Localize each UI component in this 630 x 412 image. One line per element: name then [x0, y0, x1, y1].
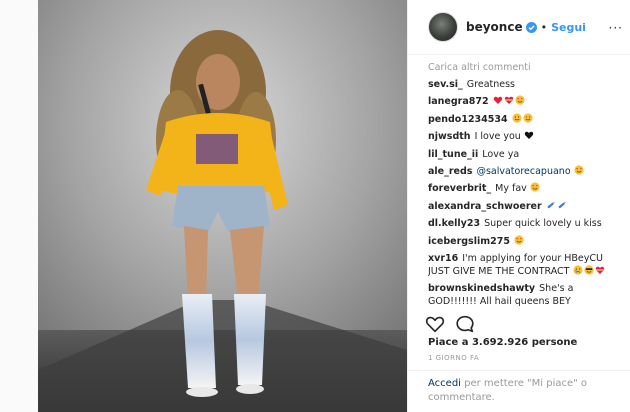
comment-author-link[interactable]: alexandra_schwoerer — [428, 201, 542, 212]
smiling-face-with-heart-eyes-emoji-icon — [574, 165, 584, 175]
comment-item: brownskinedshawty She's a GOD!!!!!!! All … — [428, 282, 624, 306]
comment-author-link[interactable]: icebergslim275 — [428, 236, 510, 247]
comment-author-link[interactable]: njwsdth — [428, 131, 471, 142]
comment-author-link[interactable]: xvr16 — [428, 253, 458, 264]
username-link[interactable]: beyonce — [466, 20, 523, 34]
likes-prefix: Piace a — [428, 337, 469, 348]
likes-number: 3.692.926 — [471, 337, 529, 348]
comment-author-link[interactable]: sev.si_ — [428, 79, 463, 90]
comment-item: pendo1234534 — [428, 113, 624, 126]
load-more-comments-link[interactable]: Carica altri commenti — [428, 61, 624, 74]
comment-item: foreverbrit_ My fav — [428, 182, 624, 195]
comment-text: Super quick lovely u kiss — [484, 218, 602, 230]
comment-item: alexandra_schwoerer — [428, 200, 624, 213]
speech-bubble-icon[interactable] — [454, 313, 476, 335]
comments-list: Carica altri commenti sev.si_ Greatness l… — [428, 61, 624, 306]
syringe-emoji-icon — [547, 201, 555, 208]
post-header: beyonce • Segui ··· — [408, 0, 630, 55]
post-photo[interactable] — [38, 0, 407, 412]
post-timestamp[interactable]: 1 GIORNO FA — [428, 354, 479, 362]
verified-badge-icon — [525, 21, 537, 33]
comment-item: xvr16 I'm applying for your HBeyCU JUST G… — [428, 252, 624, 278]
smiling-face-emoji-icon — [523, 113, 533, 123]
comment-mention-link[interactable]: @salvatorecapuano — [476, 166, 570, 177]
smiling-face-emoji-icon — [512, 113, 522, 123]
comment-author-link[interactable]: dl.kelly23 — [428, 218, 480, 229]
heart-with-ribbon-emoji-icon — [504, 97, 513, 105]
comment-author-link[interactable]: brownskinedshawty — [428, 283, 535, 294]
black-heart-emoji-icon — [524, 131, 534, 140]
smiling-face-with-heart-eyes-emoji-icon — [530, 182, 540, 192]
smiling-face-with-heart-eyes-emoji-icon — [514, 234, 524, 245]
follow-button[interactable]: Segui — [551, 21, 586, 34]
comment-text: Love ya — [482, 148, 520, 160]
comment-author-link[interactable]: lil_tune_ii — [428, 149, 478, 160]
comment-author-link[interactable]: foreverbrit_ — [428, 183, 491, 194]
heart-with-ribbon-emoji-icon — [595, 266, 604, 274]
comment-item: sev.si_ Greatness — [428, 78, 624, 91]
comment-item: ale_reds @salvatorecapuano — [428, 165, 624, 178]
syringe-emoji-icon — [558, 201, 566, 208]
likes-suffix: persone — [531, 337, 578, 348]
more-options-icon[interactable]: ··· — [609, 21, 623, 35]
login-prompt: Accedi per mettere "Mi piace" o commenta… — [408, 370, 630, 412]
likes-count[interactable]: Piace a 3.692.926 persone — [428, 337, 577, 348]
smiling-face-with-sunglasses-emoji-icon — [583, 265, 594, 275]
action-bar — [424, 312, 484, 336]
page-background — [0, 0, 38, 412]
comment-text: My fav — [495, 183, 527, 195]
crying-face-emoji-icon — [572, 265, 583, 275]
post-side-panel: beyonce • Segui ··· Carica altri comment… — [407, 0, 630, 412]
heart-outline-icon[interactable] — [424, 313, 446, 335]
comment-author-link[interactable]: ale_reds — [428, 166, 472, 177]
login-link[interactable]: Accedi — [428, 378, 461, 389]
comment-text: Greatness — [466, 79, 516, 90]
comment-item: dl.kelly23 Super quick lovely u kiss — [428, 217, 624, 230]
red-heart-emoji-icon — [493, 97, 502, 105]
comment-text: I love you — [474, 131, 521, 143]
comment-author-link[interactable]: pendo1234534 — [428, 114, 508, 125]
comment-item: lanegra872 — [428, 95, 624, 108]
comment-item: icebergslim275 — [428, 234, 624, 248]
separator-dot: • — [540, 20, 548, 34]
concert-photo-illustration — [38, 0, 407, 412]
smiling-face-with-heart-eyes-emoji-icon — [515, 95, 525, 105]
avatar[interactable] — [428, 12, 458, 42]
comment-item: lil_tune_ii Love ya — [428, 148, 624, 161]
comment-item: njwsdth I love you — [428, 130, 624, 143]
comment-author-link[interactable]: lanegra872 — [428, 96, 489, 107]
